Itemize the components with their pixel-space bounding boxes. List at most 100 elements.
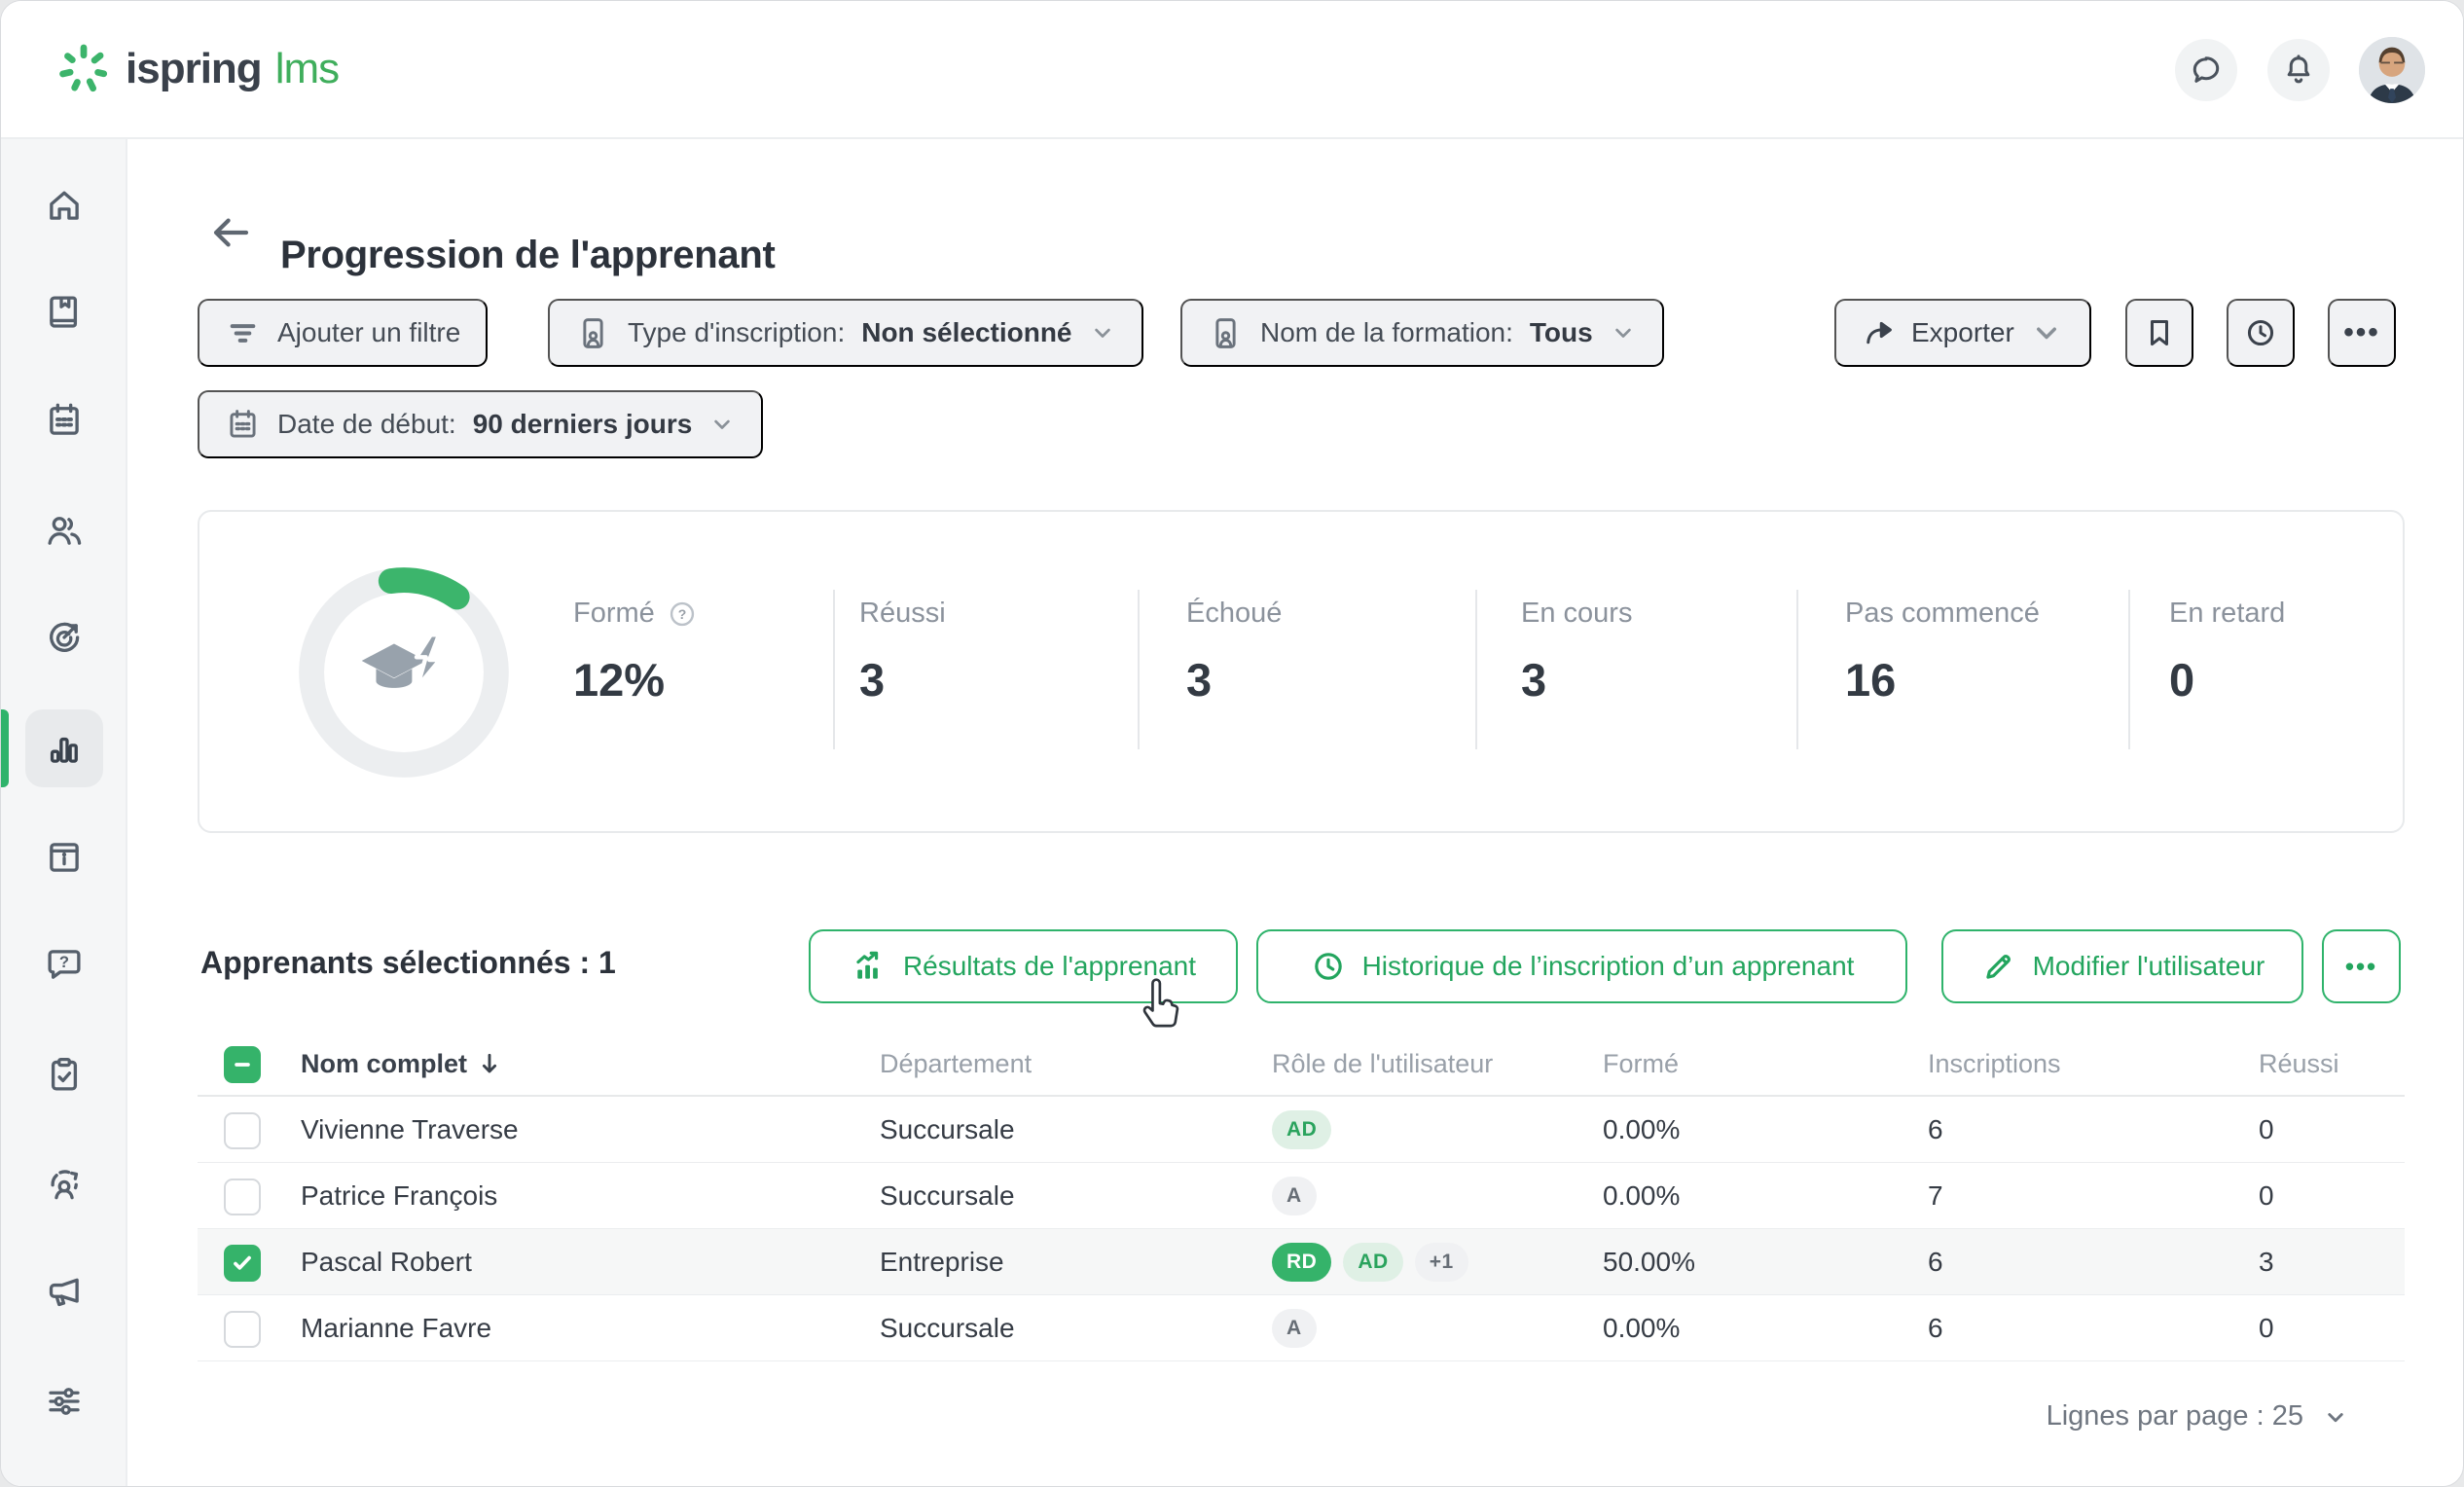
- stat-value: 16: [1845, 653, 2040, 707]
- webinars-icon: [44, 1164, 85, 1205]
- stat-divider: [2128, 590, 2130, 749]
- learner-department: Entreprise: [880, 1229, 1004, 1295]
- stat-form-: Formé? 12%: [573, 598, 698, 707]
- selected-learners-label: Apprenants sélectionnés : 1: [200, 945, 616, 981]
- stat-divider: [1138, 590, 1140, 749]
- rows-per-page-label: Lignes par page : 25: [2047, 1400, 2303, 1433]
- ellipsis-icon: •••: [2345, 952, 2377, 982]
- info-panel-icon: [44, 837, 85, 878]
- table-row[interactable]: Patrice François Succursale A 0.00% 7 0: [198, 1163, 2405, 1229]
- sidebar-item-support[interactable]: ?: [25, 925, 103, 1003]
- sidebar-item-webinars[interactable]: [25, 1145, 103, 1223]
- support-icon: ?: [44, 944, 85, 985]
- page-title: Progression de l'apprenant: [280, 234, 776, 277]
- start-date-value: 90 derniers jours: [473, 409, 693, 440]
- table-row[interactable]: Pascal Robert Entreprise RDAD+1 50.00% 6…: [198, 1229, 2405, 1295]
- goals-icon: [44, 617, 85, 658]
- product-text: lms: [275, 45, 339, 93]
- svg-text:?: ?: [678, 605, 687, 621]
- sidebar-item-courses[interactable]: [25, 273, 103, 351]
- stat-label: Réussi: [859, 598, 946, 630]
- start-date-label: Date de début:: [277, 409, 456, 440]
- enrollment-type-filter[interactable]: Type d'inscription: Non sélectionné: [548, 299, 1143, 367]
- enrollment-history-button[interactable]: Historique de l’inscription d’un apprena…: [1256, 929, 1907, 1003]
- stat-r-ussi: Réussi 3: [859, 598, 946, 707]
- trained-donut-chart: [292, 561, 516, 784]
- add-filter-button[interactable]: Ajouter un filtre: [198, 299, 488, 367]
- sidebar-item-home[interactable]: [25, 166, 103, 244]
- edit-user-button[interactable]: Modifier l'utilisateur: [1941, 929, 2303, 1003]
- chevron-down-icon: [1610, 319, 1637, 346]
- history-clock-icon: [1310, 948, 1347, 985]
- brand-text: ispring: [126, 45, 262, 93]
- help-icon[interactable]: ?: [667, 598, 698, 630]
- stat-en-cours: En cours 3: [1521, 598, 1632, 707]
- enrollment-doc-icon: [575, 315, 611, 351]
- table-row[interactable]: Vivienne Traverse Succursale AD 0.00% 6 …: [198, 1097, 2405, 1163]
- calendar-icon: [44, 400, 85, 441]
- column-header-department[interactable]: Département: [880, 1031, 1032, 1097]
- role-badge: RD: [1272, 1243, 1331, 1282]
- sidebar-item-info-panel[interactable]: [25, 818, 103, 896]
- home-icon: [44, 185, 85, 226]
- filter-icon: [225, 315, 261, 351]
- bookmark-icon: [2142, 315, 2177, 350]
- stat-value: 3: [1521, 653, 1632, 707]
- messages-button[interactable]: [2175, 39, 2237, 101]
- learner-department: Succursale: [880, 1295, 1015, 1361]
- schedule-button[interactable]: [2227, 299, 2295, 367]
- row-checkbox[interactable]: [224, 1179, 261, 1215]
- learner-department: Succursale: [880, 1097, 1015, 1163]
- rows-per-page-select[interactable]: Lignes par page : 25: [2047, 1400, 2350, 1433]
- sidebar-item-tasks[interactable]: [25, 1035, 103, 1113]
- stat-label: Pas commencé: [1845, 598, 2040, 630]
- row-checkbox[interactable]: [224, 1311, 261, 1348]
- more-row-actions-button[interactable]: •••: [2322, 929, 2401, 1003]
- more-actions-button[interactable]: •••: [2328, 299, 2396, 367]
- column-header-name[interactable]: Nom complet: [301, 1031, 504, 1097]
- select-all-checkbox[interactable]: [224, 1046, 261, 1083]
- learner-roles: RD AD +1: [1272, 1243, 1468, 1282]
- role-badge: +1: [1415, 1243, 1468, 1282]
- stat-pas-commenc-: Pas commencé 16: [1845, 598, 2040, 707]
- logo[interactable]: ispring lms: [55, 1, 339, 137]
- column-header-role[interactable]: Rôle de l'utilisateur: [1272, 1031, 1493, 1097]
- stat-divider: [833, 590, 835, 749]
- column-header-passed[interactable]: Réussi: [2259, 1031, 2339, 1097]
- sidebar-item-announcements[interactable]: [25, 1252, 103, 1330]
- sidebar-item-calendar[interactable]: [25, 381, 103, 459]
- back-button[interactable]: [207, 209, 254, 256]
- sidebar-item-users[interactable]: [25, 491, 103, 569]
- bell-icon: [2280, 52, 2317, 89]
- course-name-label: Nom de la formation:: [1260, 317, 1513, 348]
- course-doc-icon: [1208, 315, 1244, 351]
- stat-value: 3: [1186, 653, 1282, 707]
- table-row[interactable]: Marianne Favre Succursale A 0.00% 6 0: [198, 1295, 2405, 1361]
- learner-enrollments: 6: [1928, 1097, 1943, 1163]
- user-avatar[interactable]: [2359, 37, 2425, 103]
- export-button[interactable]: Exporter: [1834, 299, 2091, 367]
- stat-divider: [1475, 590, 1477, 749]
- sort-desc-icon: [475, 1049, 504, 1078]
- column-header-trained[interactable]: Formé: [1603, 1031, 1679, 1097]
- role-badge: AD: [1343, 1243, 1402, 1282]
- row-checkbox[interactable]: [224, 1245, 261, 1282]
- arrow-left-icon: [207, 209, 254, 256]
- summary-card: Formé? 12%Réussi 3Échoué 3En cours 3Pas …: [198, 510, 2405, 833]
- stat-label: En cours: [1521, 598, 1632, 630]
- row-checkbox[interactable]: [224, 1112, 261, 1149]
- sidebar: ?: [1, 139, 127, 1487]
- sidebar-item-reports[interactable]: [25, 709, 103, 787]
- learner-roles: A: [1272, 1309, 1317, 1348]
- bookmark-button[interactable]: [2125, 299, 2193, 367]
- notifications-button[interactable]: [2267, 39, 2330, 101]
- courses-icon: [44, 292, 85, 333]
- start-date-filter[interactable]: Date de début: 90 derniers jours: [198, 390, 763, 458]
- sidebar-item-settings[interactable]: [25, 1362, 103, 1440]
- learner-name: Marianne Favre: [301, 1295, 491, 1361]
- chevron-down-icon: [2029, 315, 2064, 350]
- course-name-filter[interactable]: Nom de la formation: Tous: [1180, 299, 1664, 367]
- column-header-enrollments[interactable]: Inscriptions: [1928, 1031, 2061, 1097]
- sidebar-item-goals[interactable]: [25, 598, 103, 676]
- stat-value: 3: [859, 653, 946, 707]
